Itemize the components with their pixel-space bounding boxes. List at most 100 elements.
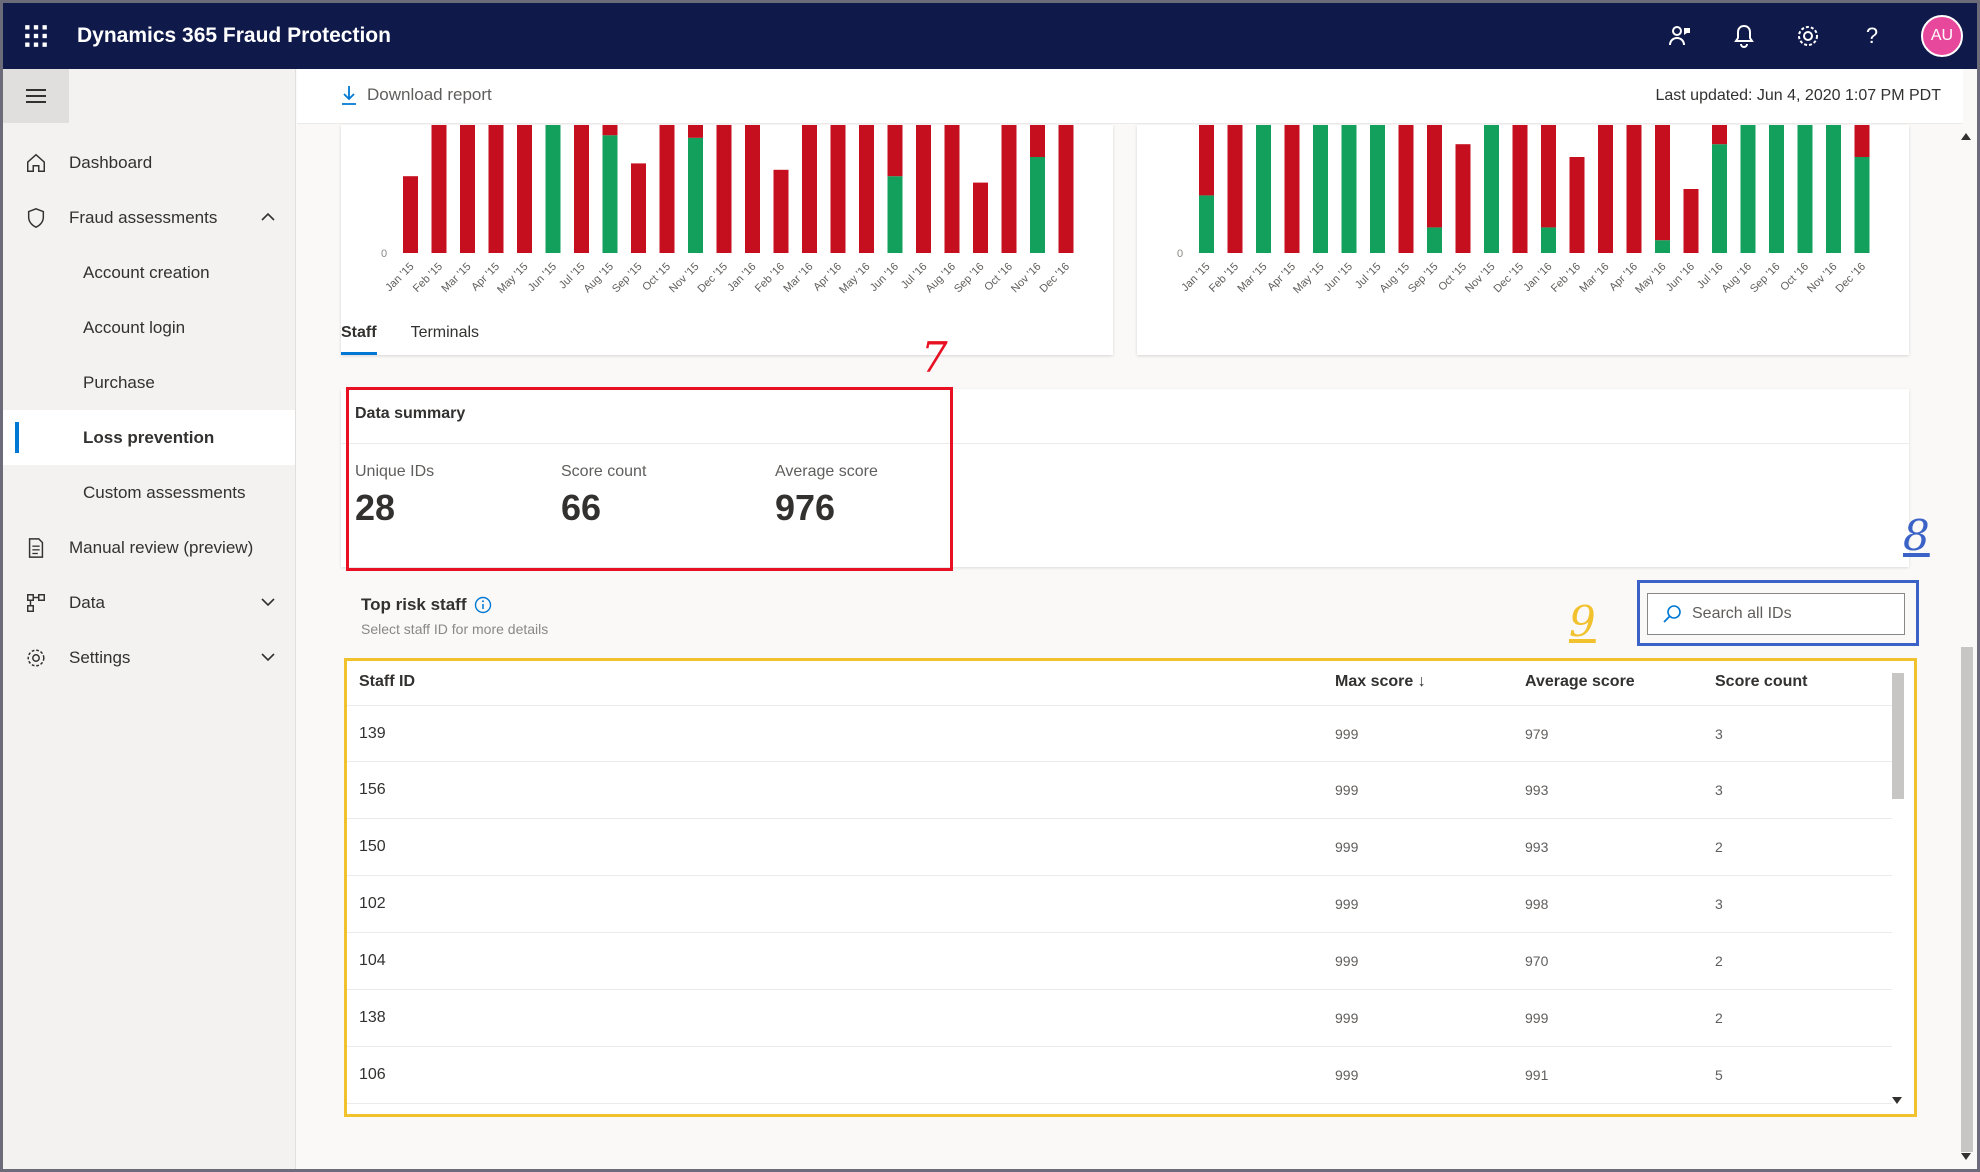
chart-bar-segment[interactable] <box>1398 125 1414 253</box>
chart-bar-segment[interactable] <box>1541 125 1556 228</box>
cell-staff-id[interactable]: 138 <box>359 1009 386 1027</box>
chart-bar-segment[interactable] <box>688 137 703 253</box>
column-header-average-score[interactable]: Average score <box>1525 673 1635 691</box>
chart-bar-segment[interactable] <box>1484 125 1499 253</box>
sidebar-item-custom-assessments[interactable]: Custom assessments <box>3 465 295 520</box>
tab-staff[interactable]: Staff <box>341 324 377 355</box>
chart-bar-segment[interactable] <box>887 176 903 253</box>
chart-bar-segment[interactable] <box>973 182 988 253</box>
chart-bar-segment[interactable] <box>716 125 732 253</box>
chart-bar-segment[interactable] <box>517 125 532 253</box>
table-row[interactable]: 102 999 998 3 <box>347 876 1892 933</box>
chart-bar-segment[interactable] <box>545 125 561 253</box>
chart-bar-segment[interactable] <box>1313 125 1328 253</box>
tab-terminals[interactable]: Terminals <box>411 324 479 355</box>
chevron-down-icon[interactable] <box>259 648 277 666</box>
chart-bar-segment[interactable] <box>1199 195 1214 253</box>
page-scrollbar[interactable] <box>1957 123 1977 1169</box>
cell-staff-id[interactable]: 102 <box>359 895 386 913</box>
search-input[interactable] <box>1692 605 1882 623</box>
chart-bar-segment[interactable] <box>1655 125 1670 241</box>
cell-staff-id[interactable]: 139 <box>359 725 386 743</box>
chart-bar-segment[interactable] <box>460 125 475 253</box>
chart-bar-segment[interactable] <box>916 125 931 253</box>
chart-bar-segment[interactable] <box>1227 125 1243 253</box>
chart-bar-segment[interactable] <box>403 176 418 253</box>
info-icon[interactable] <box>474 596 492 614</box>
sidebar-item-account-login[interactable]: Account login <box>3 300 295 355</box>
column-header-max-score[interactable]: Max score ↓ <box>1335 673 1426 691</box>
gear-icon[interactable] <box>1793 21 1823 51</box>
cell-staff-id[interactable]: 104 <box>359 952 386 970</box>
scroll-up-arrow-icon[interactable] <box>1961 133 1971 141</box>
person-feedback-icon[interactable] <box>1665 21 1695 51</box>
sidebar-item-settings[interactable]: Settings <box>3 630 295 685</box>
chart-bar-segment[interactable] <box>1030 157 1045 253</box>
table-row[interactable]: 150 999 993 2 <box>347 819 1892 876</box>
sidebar-item-loss-prevention[interactable]: Loss prevention <box>3 410 295 465</box>
page-scrollbar-thumb[interactable] <box>1961 647 1973 1152</box>
chart-bar-segment[interactable] <box>830 125 846 253</box>
chart-bar-segment[interactable] <box>1740 125 1756 253</box>
chart-bar-segment[interactable] <box>1455 144 1471 253</box>
chart-bar-segment[interactable] <box>1712 125 1727 145</box>
chart-bar-segment[interactable] <box>1199 125 1214 196</box>
bell-icon[interactable] <box>1729 21 1759 51</box>
chart-bar-segment[interactable] <box>688 125 703 138</box>
cell-staff-id[interactable]: 150 <box>359 838 386 856</box>
chart-bar-segment[interactable] <box>1769 125 1784 253</box>
chart-bar-segment[interactable] <box>1598 125 1613 253</box>
chart-bar-segment[interactable] <box>944 125 960 253</box>
chart-bar-segment[interactable] <box>1683 189 1699 253</box>
chart-bar-segment[interactable] <box>488 125 504 253</box>
chart-bar-segment[interactable] <box>1854 157 1870 253</box>
scroll-down-arrow-icon[interactable] <box>1892 1097 1902 1105</box>
table-row[interactable]: 138 999 999 2 <box>347 990 1892 1047</box>
chart-bar-segment[interactable] <box>431 125 447 253</box>
sidebar-item-manual-review[interactable]: Manual review (preview) <box>3 520 295 575</box>
sidebar-item-fraud-assessments[interactable]: Fraud assessments <box>3 190 295 245</box>
sidebar-item-data[interactable]: Data <box>3 575 295 630</box>
chart-bar-segment[interactable] <box>1058 125 1074 253</box>
chevron-up-icon[interactable] <box>259 208 277 226</box>
hamburger-menu-icon[interactable] <box>3 69 69 123</box>
chart-bar-segment[interactable] <box>574 125 589 253</box>
scroll-down-arrow-icon[interactable] <box>1961 1153 1971 1161</box>
chart-bar-segment[interactable] <box>602 125 618 136</box>
chart-bar-segment[interactable] <box>602 135 618 253</box>
chart-bar-segment[interactable] <box>659 125 675 253</box>
chart-bar-segment[interactable] <box>1427 227 1442 253</box>
table-row[interactable]: 156 999 993 3 <box>347 762 1892 819</box>
chart-bar-segment[interactable] <box>1626 125 1642 253</box>
sidebar-item-account-creation[interactable]: Account creation <box>3 245 295 300</box>
chart-bar-segment[interactable] <box>745 125 760 253</box>
chart-bar-segment[interactable] <box>1826 125 1841 253</box>
chart-bar-segment[interactable] <box>1854 125 1870 157</box>
chart-bar-segment[interactable] <box>1797 125 1813 253</box>
column-header-staff-id[interactable]: Staff ID <box>359 673 415 691</box>
cell-staff-id[interactable]: 106 <box>359 1066 386 1084</box>
chevron-down-icon[interactable] <box>259 593 277 611</box>
chart-bar-segment[interactable] <box>1655 240 1670 253</box>
chart-bar-segment[interactable] <box>1256 125 1271 253</box>
chart-bar-segment[interactable] <box>1541 227 1556 253</box>
chart-bar-segment[interactable] <box>1569 157 1585 253</box>
table-row[interactable]: 106 999 991 5 <box>347 1047 1892 1104</box>
chart-bar-segment[interactable] <box>1427 125 1442 228</box>
table-row[interactable]: 104 999 970 2 <box>347 933 1892 990</box>
chart-bar-segment[interactable] <box>887 125 903 177</box>
chart-bar-segment[interactable] <box>859 125 874 253</box>
help-icon[interactable]: ? <box>1857 21 1887 51</box>
table-row[interactable]: 139 999 979 3 <box>347 705 1892 762</box>
chart-bar-segment[interactable] <box>1030 125 1045 157</box>
sidebar-item-dashboard[interactable]: Dashboard <box>3 135 295 190</box>
chart-bar-segment[interactable] <box>802 125 817 253</box>
chart-bar-segment[interactable] <box>1370 125 1385 253</box>
sidebar-item-purchase[interactable]: Purchase <box>3 355 295 410</box>
chart-bar-segment[interactable] <box>1512 125 1528 253</box>
chart-bar-segment[interactable] <box>1341 125 1357 253</box>
download-report-button[interactable]: Download report <box>341 85 492 105</box>
column-header-score-count[interactable]: Score count <box>1715 673 1807 691</box>
avatar[interactable]: AU <box>1921 15 1963 57</box>
waffle-icon[interactable] <box>3 3 69 69</box>
